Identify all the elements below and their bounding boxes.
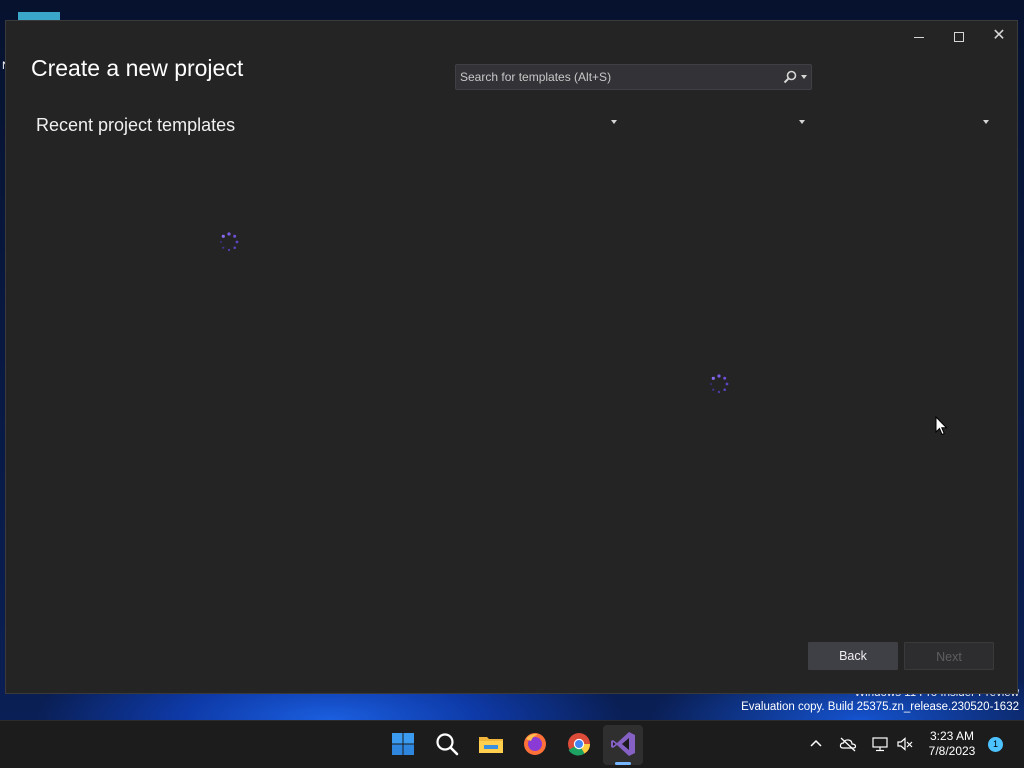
start-icon[interactable] [388,729,418,759]
clock-time: 3:23 AM [929,729,975,743]
loading-spinner-icon [220,232,239,252]
project-type-filter-dropdown[interactable] [827,111,993,133]
clock-date: 7/8/2023 [928,744,976,758]
template-search-input[interactable] [456,65,776,89]
page-title: Create a new project [31,55,244,81]
platform-filter-dropdown[interactable] [643,111,809,133]
notification-badge[interactable]: 1 [988,737,1003,752]
chrome-icon[interactable] [564,729,594,759]
firefox-icon[interactable] [520,729,550,759]
search-options-chevron-icon[interactable] [801,75,807,79]
file-explorer-icon[interactable] [476,729,506,759]
minimize-button[interactable] [899,25,939,47]
maximize-icon [954,32,964,43]
maximize-button[interactable] [939,25,979,47]
search-icon[interactable] [783,70,797,84]
close-icon: ✕ [992,27,1006,44]
next-button[interactable]: Next [904,642,994,670]
show-hidden-icons-chevron-icon[interactable] [807,735,825,753]
visual-studio-icon[interactable] [608,729,638,759]
onedrive-offline-icon[interactable] [839,735,857,753]
close-button[interactable]: ✕ [979,25,1019,47]
active-app-indicator [615,762,631,765]
back-button[interactable]: Back [808,642,898,670]
search-icon[interactable] [432,729,462,759]
volume-muted-icon[interactable] [896,735,914,753]
chevron-down-icon [611,120,617,124]
language-filter-dropdown[interactable] [455,111,621,133]
watermark-build: Evaluation copy. Build 25375.zn_release.… [741,701,1019,713]
template-search-box[interactable] [455,64,812,90]
taskbar: 3:23 AM 7/8/2023 1 [0,720,1024,768]
chevron-down-icon [799,120,805,124]
minimize-icon [914,36,924,38]
loading-spinner-icon [710,374,729,394]
network-icon[interactable] [871,735,889,753]
chevron-down-icon [983,120,989,124]
system-clock[interactable]: 3:23 AM 7/8/2023 [920,729,984,759]
create-project-dialog: ✕ Create a new project Recent project te… [5,20,1018,694]
mouse-cursor-icon [935,416,948,436]
recent-templates-heading: Recent project templates [36,115,236,135]
